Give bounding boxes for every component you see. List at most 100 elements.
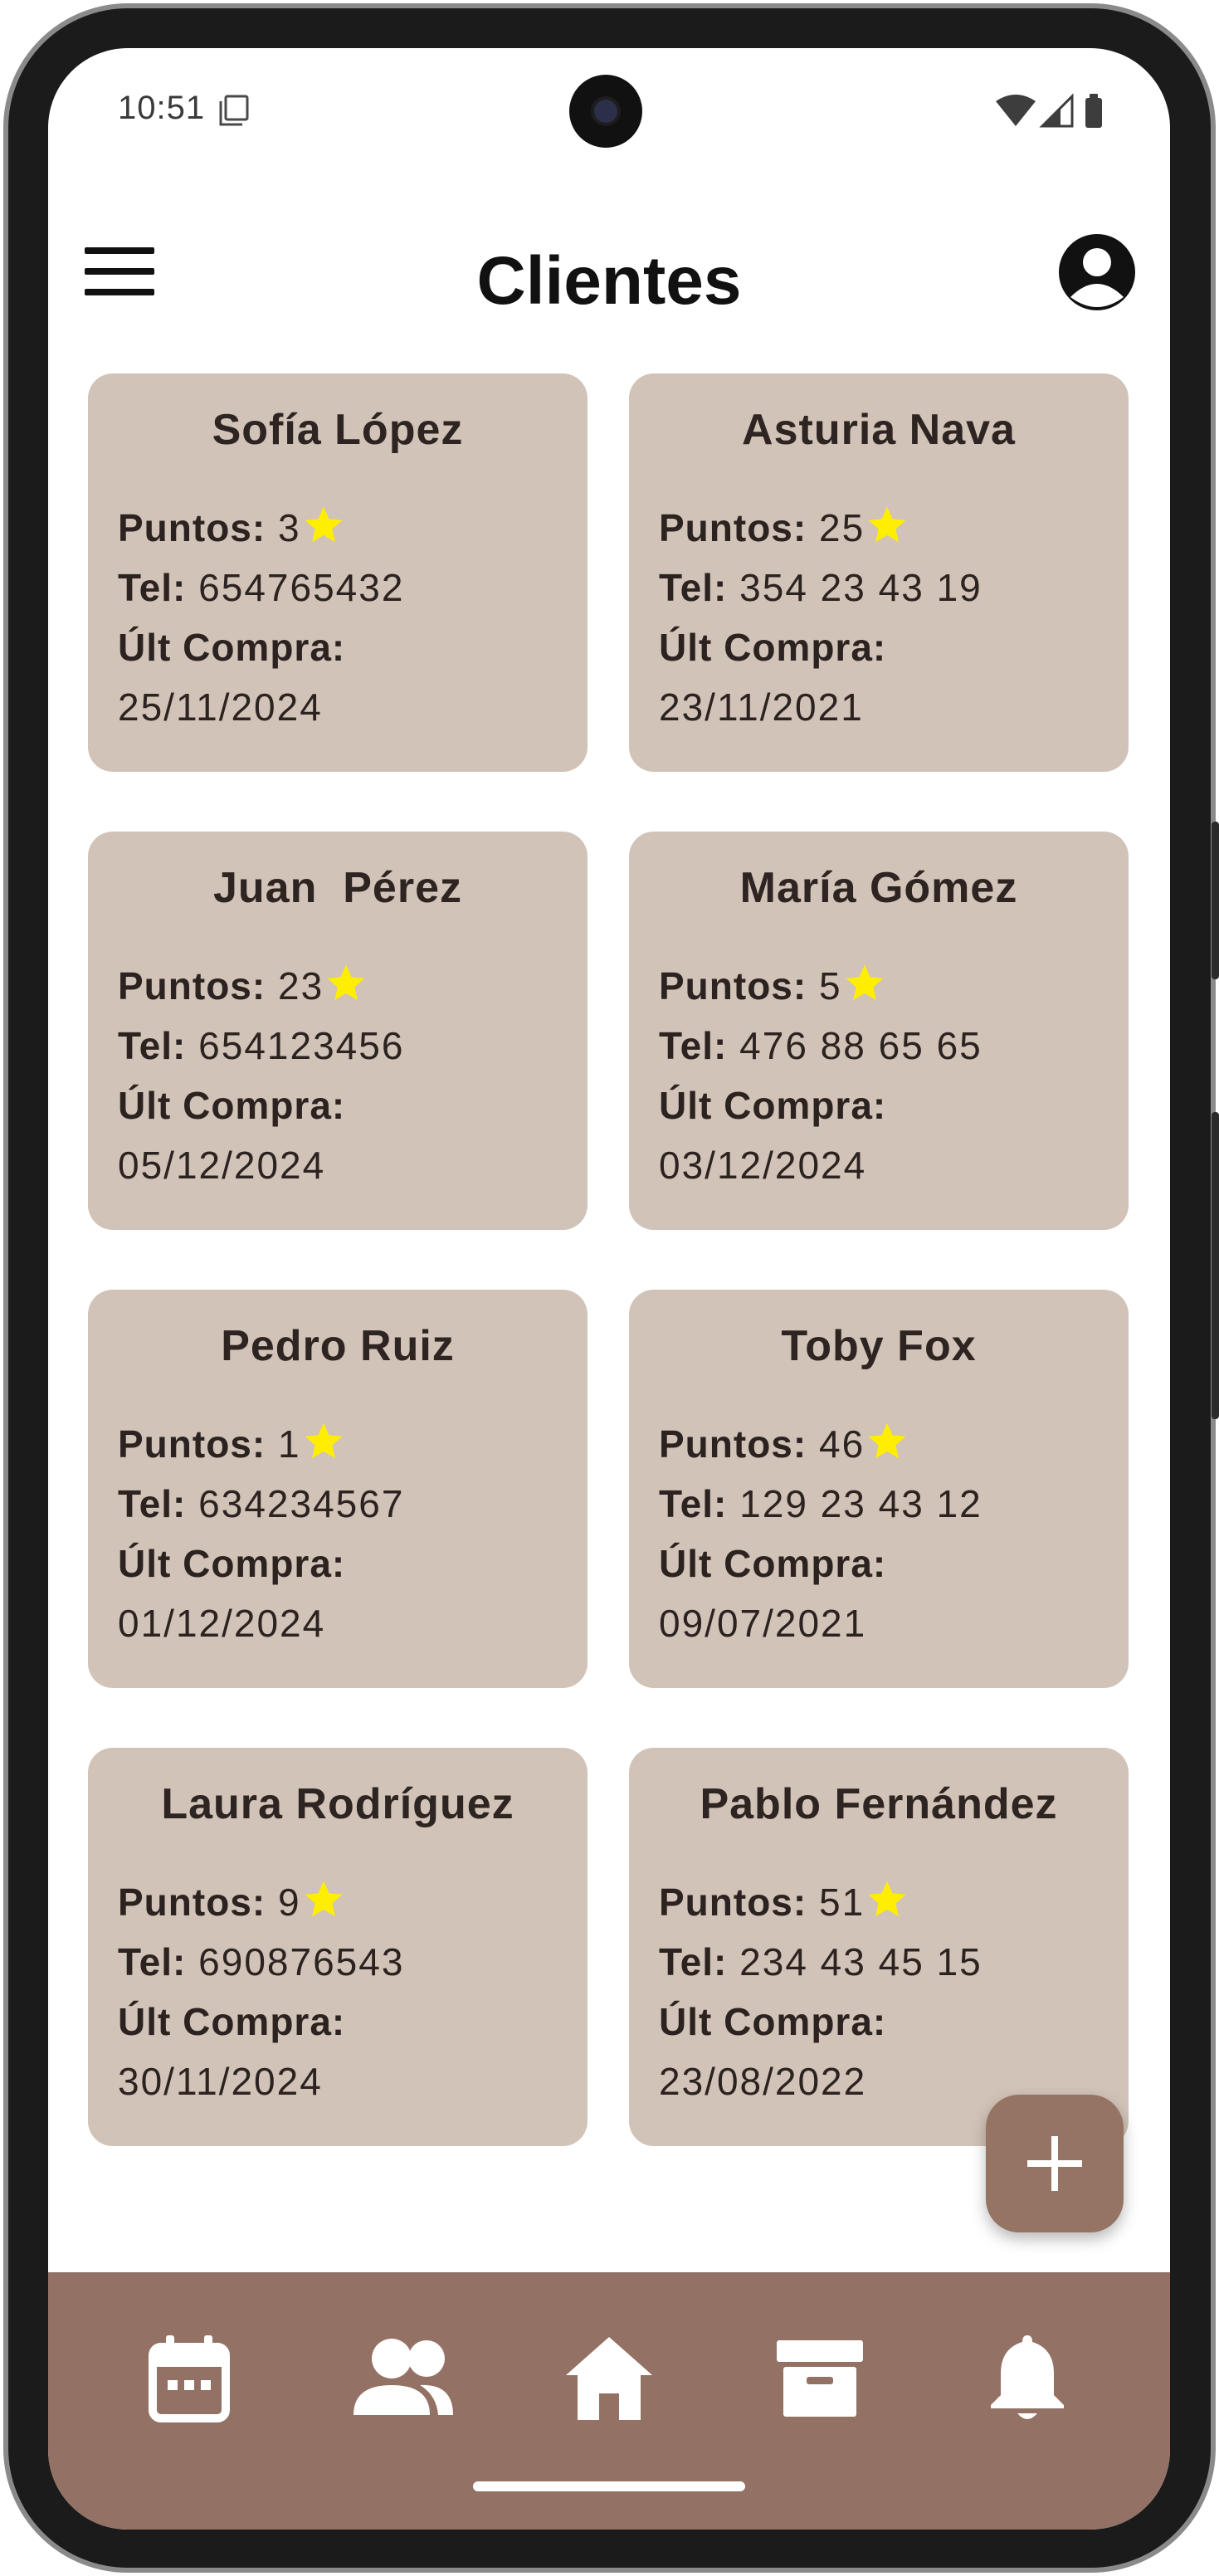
client-phone: 654765432 <box>198 566 405 609</box>
points-label: Puntos: <box>118 506 266 549</box>
phone-label: Tel: <box>118 1482 187 1525</box>
home-indicator[interactable] <box>473 2481 745 2491</box>
client-card[interactable]: Pablo Fernández Puntos: 51 Tel: 234 43 4… <box>629 1748 1129 2146</box>
star-icon <box>305 1422 343 1459</box>
last-purchase-label: Últ Compra: <box>659 626 887 669</box>
client-points: 23 <box>277 964 324 1007</box>
client-points-row: Puntos: 23 <box>118 956 558 1016</box>
client-points: 1 <box>277 1422 301 1466</box>
client-points: 51 <box>818 1881 865 1924</box>
client-points: 25 <box>818 506 865 549</box>
last-purchase-label-row: Últ Compra: <box>659 1992 1099 2052</box>
app-header: Clientes <box>48 214 1170 347</box>
client-phone: 129 23 43 12 <box>739 1482 983 1525</box>
client-points: 5 <box>818 964 842 1007</box>
client-phone-row: Tel: 654765432 <box>118 558 558 617</box>
phone-label: Tel: <box>118 1024 187 1067</box>
nav-notifications[interactable] <box>978 2329 1077 2428</box>
client-points: 9 <box>277 1881 301 1924</box>
wifi-icon <box>996 95 1036 126</box>
last-purchase-label-row: Últ Compra: <box>659 1076 1099 1135</box>
last-purchase-label: Últ Compra: <box>659 2000 887 2043</box>
client-last-purchase: 09/07/2021 <box>659 1602 867 1645</box>
client-card[interactable]: Juan Pérez Puntos: 23 Tel: 654123456 Últ… <box>88 832 588 1230</box>
client-name: Toby Fox <box>781 1322 977 1370</box>
last-purchase-label: Últ Compra: <box>659 1084 887 1127</box>
status-time: 10:51 <box>118 90 206 126</box>
client-last-purchase: 25/11/2024 <box>118 685 323 729</box>
bell-icon <box>991 2335 1064 2419</box>
client-phone-row: Tel: 354 23 43 19 <box>659 558 1099 617</box>
client-phone-row: Tel: 234 43 45 15 <box>659 1932 1099 1992</box>
points-label: Puntos: <box>659 1422 807 1466</box>
client-phone: 234 43 45 15 <box>739 1940 983 1983</box>
star-icon <box>846 964 884 1001</box>
phone-label: Tel: <box>118 1940 187 1983</box>
status-bar: 10:51 <box>48 48 1170 181</box>
volume-button <box>1212 1112 1219 1419</box>
client-card[interactable]: Laura Rodríguez Puntos: 9 Tel: 690876543… <box>88 1748 588 2146</box>
status-icons <box>996 93 1102 128</box>
client-phone-row: Tel: 476 88 65 65 <box>659 1016 1099 1076</box>
client-points: 3 <box>277 506 301 549</box>
points-label: Puntos: <box>659 506 807 549</box>
client-name: Pablo Fernández <box>700 1780 1058 1828</box>
client-card[interactable]: Pedro Ruiz Puntos: 1 Tel: 634234567 Últ … <box>88 1290 588 1688</box>
client-phone-row: Tel: 690876543 <box>118 1932 558 1992</box>
client-last-purchase: 03/12/2024 <box>659 1144 867 1187</box>
client-points-row: Puntos: 1 <box>118 1414 558 1474</box>
client-card[interactable]: Asturia Nava Puntos: 25 Tel: 354 23 43 1… <box>629 373 1129 772</box>
client-phone: 476 88 65 65 <box>739 1024 983 1067</box>
client-points-row: Puntos: 3 <box>118 498 558 558</box>
plus-icon <box>1027 2136 1082 2191</box>
client-phone-row: Tel: 654123456 <box>118 1016 558 1076</box>
phone-label: Tel: <box>118 566 187 609</box>
client-points-row: Puntos: 46 <box>659 1414 1099 1474</box>
client-phone-row: Tel: 129 23 43 12 <box>659 1474 1099 1534</box>
account-circle-icon[interactable] <box>1056 231 1139 314</box>
phone-label: Tel: <box>659 1940 728 1983</box>
last-purchase-label-row: Últ Compra: <box>118 617 558 677</box>
people-icon <box>354 2339 453 2415</box>
nav-archive[interactable] <box>770 2329 870 2428</box>
client-points: 46 <box>818 1422 865 1466</box>
client-card[interactable]: María Gómez Puntos: 5 Tel: 476 88 65 65 … <box>629 832 1129 1230</box>
add-client-button[interactable] <box>986 2095 1124 2232</box>
bottom-navigation <box>48 2272 1170 2530</box>
client-name: Laura Rodríguez <box>161 1780 514 1828</box>
nav-calendar[interactable] <box>139 2329 239 2428</box>
client-name: María Gómez <box>739 864 1018 912</box>
points-label: Puntos: <box>118 1881 266 1924</box>
points-label: Puntos: <box>659 964 807 1007</box>
client-card[interactable]: Toby Fox Puntos: 46 Tel: 129 23 43 12 Úl… <box>629 1290 1129 1688</box>
calendar-icon <box>149 2335 230 2422</box>
client-points-row: Puntos: 9 <box>118 1872 558 1932</box>
phone-label: Tel: <box>659 1482 728 1525</box>
star-icon <box>868 1881 906 1917</box>
device: 10:51 Clientes Sofía López Puntos: 3 Tel… <box>0 0 1219 2576</box>
nav-clients[interactable] <box>349 2329 456 2428</box>
nav-home[interactable] <box>559 2329 659 2428</box>
star-icon <box>868 1422 906 1459</box>
star-icon <box>305 1881 343 1917</box>
home-icon <box>566 2337 652 2420</box>
client-phone: 634234567 <box>198 1482 405 1525</box>
client-points-row: Puntos: 51 <box>659 1872 1099 1932</box>
client-grid: Sofía López Puntos: 3 Tel: 654765432 Últ… <box>88 373 1132 2146</box>
last-purchase-label-row: Últ Compra: <box>118 1076 558 1135</box>
client-name: Juan Pérez <box>212 864 463 912</box>
client-points-row: Puntos: 25 <box>659 498 1099 558</box>
client-points-row: Puntos: 5 <box>659 956 1099 1016</box>
last-purchase-label: Últ Compra: <box>118 2000 346 2043</box>
last-purchase-label-row: Últ Compra: <box>659 1534 1099 1593</box>
last-purchase-label: Últ Compra: <box>118 626 346 669</box>
star-icon <box>868 506 906 543</box>
client-name: Asturia Nava <box>742 406 1016 454</box>
power-button <box>1212 822 1219 979</box>
page-title: Clientes <box>476 243 742 319</box>
client-card[interactable]: Sofía López Puntos: 3 Tel: 654765432 Últ… <box>88 373 588 772</box>
client-phone: 654123456 <box>198 1024 405 1067</box>
client-phone-row: Tel: 634234567 <box>118 1474 558 1534</box>
phone-label: Tel: <box>659 1024 728 1067</box>
client-name: Pedro Ruiz <box>221 1322 455 1370</box>
